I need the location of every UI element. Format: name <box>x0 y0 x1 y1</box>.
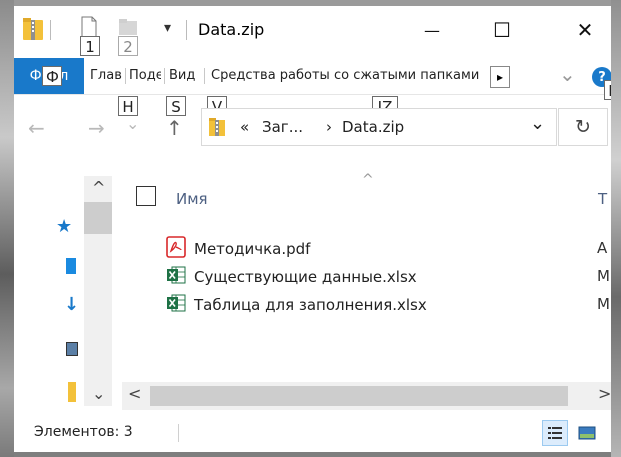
column-name[interactable]: Имя <box>176 190 208 208</box>
file-type: M <box>597 295 610 313</box>
details-view-icon <box>548 427 562 439</box>
pictures-icon[interactable] <box>66 342 78 356</box>
keytip-file: Ф <box>42 66 62 86</box>
status-separator <box>178 424 179 442</box>
nav-scroll-up[interactable]: ^ <box>92 178 105 197</box>
up-button[interactable]: ↑ <box>166 116 183 140</box>
excel-icon <box>166 293 186 317</box>
select-all-checkbox[interactable] <box>136 186 156 206</box>
back-button[interactable]: ← <box>28 116 45 140</box>
scroll-left-button[interactable]: < <box>128 384 141 403</box>
file-name: Таблица для заполнения.xlsx <box>194 296 427 314</box>
address-zip-icon <box>208 117 226 141</box>
breadcrumb-downloads[interactable]: Заг... <box>262 118 303 136</box>
background-bottom <box>0 452 621 457</box>
large-icons-view-icon <box>578 426 596 440</box>
forward-button[interactable]: → <box>88 116 105 140</box>
list-item[interactable]: Таблица для заполнения.xlsx <box>166 292 427 318</box>
address-bar[interactable]: « Заг... › Data.zip ⌄ <box>201 108 557 146</box>
zip-folder-icon <box>22 16 44 46</box>
title-bar: 1 2 ▾ Data.zip — ☐ ✕ <box>14 6 611 58</box>
address-dropdown[interactable]: ⌄ <box>530 113 545 134</box>
pdf-icon <box>166 236 186 262</box>
nav-scroll-down[interactable]: ⌄ <box>92 384 105 403</box>
downloads-icon[interactable]: ↓ <box>64 294 79 315</box>
window-title: Data.zip <box>198 20 265 39</box>
title-separator-2 <box>186 20 187 40</box>
keytip-2: 2 <box>118 36 138 56</box>
breadcrumb-data-zip[interactable]: Data.zip <box>342 118 404 136</box>
minimize-button[interactable]: — <box>409 14 455 46</box>
keytip-help: E <box>604 80 611 100</box>
refresh-icon: ↻ <box>575 116 591 138</box>
column-type[interactable]: Т <box>598 190 607 208</box>
refresh-button[interactable]: ↻ <box>558 108 608 146</box>
ribbon-collapse-button[interactable]: ⌄ <box>559 62 576 86</box>
ribbon-tab-row: Файл Главная Поделиться Вид Средства раб… <box>14 58 611 95</box>
chevron-right-icon: ▸ <box>496 70 504 84</box>
close-button[interactable]: ✕ <box>562 14 608 46</box>
large-icons-view-button[interactable] <box>574 420 600 446</box>
nav-pane-scroll-thumb[interactable] <box>84 202 112 234</box>
list-item[interactable]: Существующие данные.xlsx <box>166 264 417 290</box>
tab-home[interactable]: Главная <box>90 68 122 83</box>
horizontal-scroll-thumb[interactable] <box>150 386 568 406</box>
maximize-button[interactable]: ☐ <box>479 14 525 46</box>
file-type: A <box>597 239 608 257</box>
tab-view[interactable]: Вид <box>169 68 201 83</box>
tab-separator <box>204 68 205 84</box>
recent-locations-button[interactable]: ⌄ <box>126 114 139 133</box>
address-overflow[interactable]: « <box>240 118 249 136</box>
details-view-button[interactable] <box>542 420 568 446</box>
file-name: Методичка.pdf <box>194 240 311 258</box>
tab-separator <box>125 68 126 84</box>
item-count: Элементов: 3 <box>34 424 133 440</box>
background-left <box>0 0 14 457</box>
quick-access-dropdown[interactable]: ▾ <box>164 20 171 36</box>
sort-ascending-icon: ^ <box>362 172 374 188</box>
title-separator <box>50 20 51 40</box>
folder-icon[interactable] <box>68 382 76 402</box>
keytip-1: 1 <box>80 36 100 56</box>
keytip-home: H <box>118 96 138 116</box>
background-right <box>611 0 621 457</box>
column-header-row: Имя ^ Т <box>136 172 611 218</box>
keytip-share: S <box>166 96 186 116</box>
file-name: Существующие данные.xlsx <box>194 268 417 286</box>
tab-compressed-folder-tools[interactable]: Средства работы со сжатыми папками <box>211 68 488 83</box>
tab-separator <box>164 68 165 84</box>
tab-share[interactable]: Поделиться <box>129 68 161 83</box>
list-item[interactable]: Методичка.pdf <box>166 236 310 262</box>
excel-icon <box>166 265 186 289</box>
ribbon-more-button[interactable]: ▸ <box>490 66 510 88</box>
explorer-window: 1 2 ▾ Data.zip — ☐ ✕ Файл Главная Подели… <box>14 6 611 452</box>
status-bar: Элементов: 3 <box>14 412 611 452</box>
file-type: M <box>597 267 610 285</box>
breadcrumb-separator[interactable]: › <box>326 118 332 136</box>
desktop-icon[interactable] <box>66 258 76 274</box>
scroll-right-button[interactable]: > <box>598 384 611 403</box>
quick-access-star-icon[interactable]: ★ <box>56 216 72 237</box>
